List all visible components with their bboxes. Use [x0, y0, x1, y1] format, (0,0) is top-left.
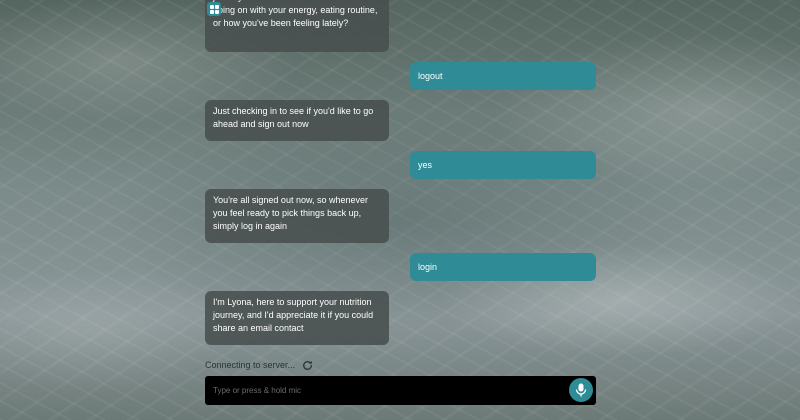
bot-message-text: I'm Lyona, here to support your nutritio… — [213, 297, 374, 333]
user-message: logout — [410, 62, 596, 90]
bot-message-text: Just checking in to see if you'd like to… — [213, 106, 374, 129]
bot-message: Just checking in to see if you'd like to… — [205, 100, 389, 141]
bot-message: I'm Lyona, here to support your nutritio… — [205, 291, 389, 345]
microphone-icon — [575, 383, 587, 397]
user-message-text: login — [418, 262, 438, 272]
user-message-text: logout — [418, 71, 443, 81]
bot-message: You're all signed out now, so whenever y… — [205, 189, 389, 243]
bot-message-text: You're all signed out now, so whenever y… — [213, 195, 368, 231]
message-input[interactable] — [213, 382, 553, 399]
user-message-text: yes — [418, 160, 433, 170]
bot-message: I'm Lyona, here to support your nutritio… — [205, 0, 389, 52]
mic-button[interactable] — [569, 378, 593, 402]
user-message: yes — [410, 151, 596, 179]
connection-status: Connecting to server... — [205, 358, 314, 372]
bot-message-text: I'm Lyona, here to support your nutritio… — [213, 0, 378, 28]
grid-icon[interactable] — [207, 2, 221, 16]
connection-status-text: Connecting to server... — [205, 360, 296, 370]
user-message: login — [410, 253, 596, 281]
refresh-icon[interactable] — [301, 359, 314, 372]
composer — [205, 376, 596, 405]
